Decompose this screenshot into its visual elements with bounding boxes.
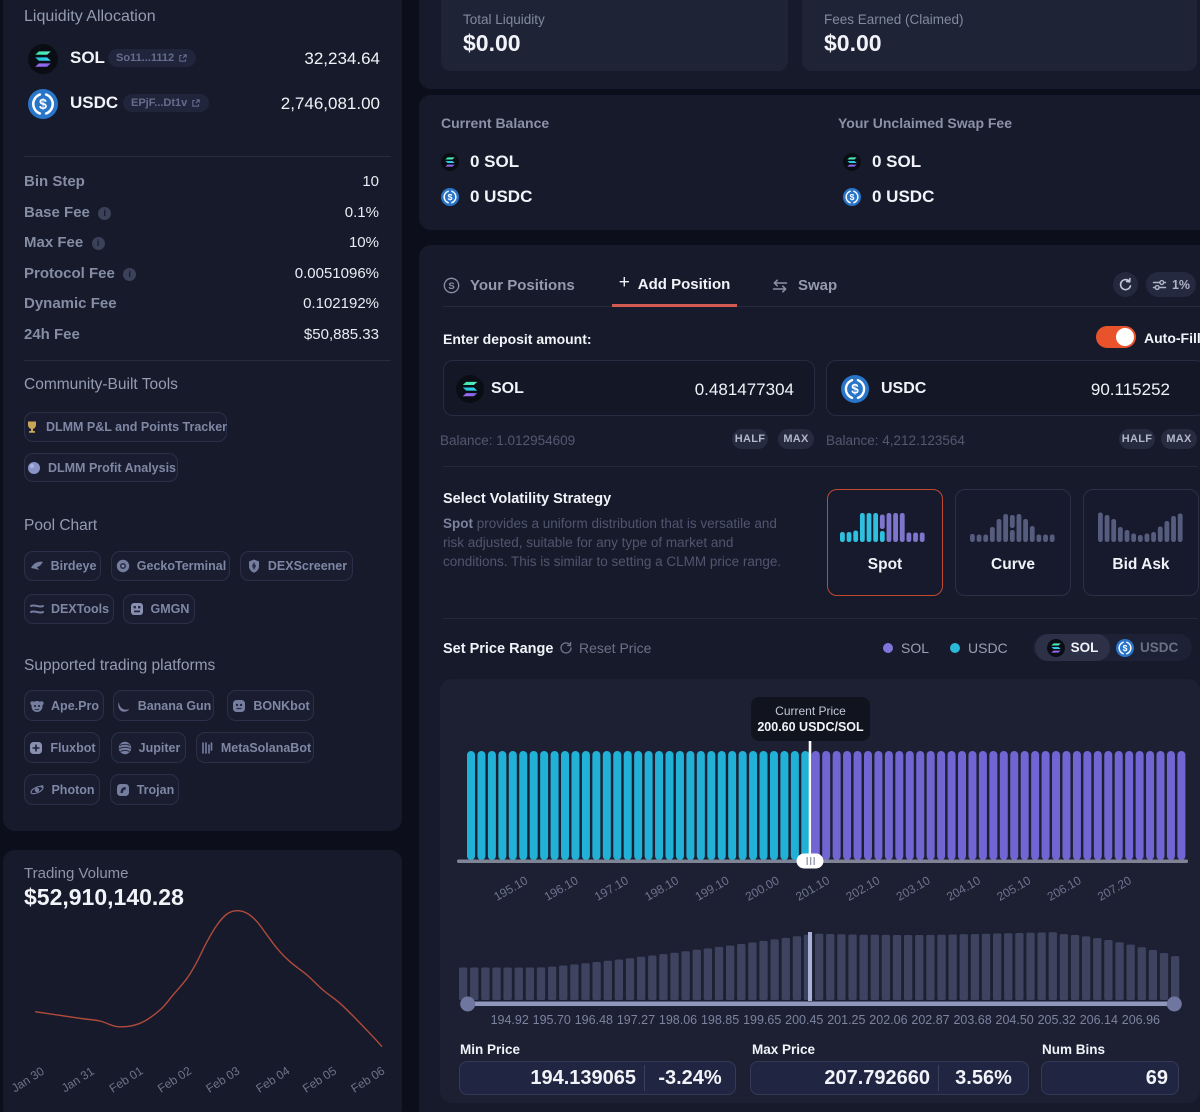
svg-text:197.10: 197.10: [592, 873, 631, 904]
svg-text:196.48: 196.48: [575, 1013, 613, 1027]
svg-text:198.10: 198.10: [642, 873, 681, 904]
svg-text:205.32: 205.32: [1038, 1013, 1076, 1027]
svg-text:Feb 04: Feb 04: [253, 1063, 292, 1095]
svg-text:202.87: 202.87: [911, 1013, 949, 1027]
svg-text:200.45: 200.45: [785, 1013, 823, 1027]
svg-text:200.00: 200.00: [743, 873, 782, 904]
svg-text:$: $: [1123, 643, 1128, 653]
svg-text:202.06: 202.06: [869, 1013, 907, 1027]
svg-text:Feb 03: Feb 03: [203, 1063, 242, 1095]
svg-text:204.50: 204.50: [996, 1013, 1034, 1027]
svg-text:194.92: 194.92: [491, 1013, 529, 1027]
svg-text:197.27: 197.27: [617, 1013, 655, 1027]
svg-text:$: $: [850, 192, 855, 202]
svg-text:S: S: [448, 281, 454, 292]
svg-text:Jan 31: Jan 31: [59, 1064, 97, 1096]
svg-text:206.14: 206.14: [1080, 1013, 1118, 1027]
svg-text:Feb 02: Feb 02: [155, 1063, 194, 1095]
svg-text:202.10: 202.10: [844, 873, 883, 904]
svg-text:201.25: 201.25: [827, 1013, 865, 1027]
svg-text:206.10: 206.10: [1045, 873, 1084, 904]
svg-text:Feb 01: Feb 01: [107, 1063, 146, 1095]
svg-text:Feb 06: Feb 06: [348, 1063, 387, 1095]
svg-text:199.10: 199.10: [693, 873, 732, 904]
svg-text:204.10: 204.10: [944, 873, 983, 904]
svg-text:Feb 05: Feb 05: [300, 1063, 339, 1095]
svg-text:$: $: [448, 192, 453, 202]
svg-text:207.20: 207.20: [1095, 873, 1134, 904]
svg-text:Jan 30: Jan 30: [9, 1064, 47, 1096]
svg-text:198.06: 198.06: [659, 1013, 697, 1027]
svg-text:$: $: [39, 97, 47, 113]
svg-text:206.96: 206.96: [1122, 1013, 1160, 1027]
svg-text:203.10: 203.10: [894, 873, 933, 904]
svg-text:199.65: 199.65: [743, 1013, 781, 1027]
svg-text:196.10: 196.10: [542, 873, 581, 904]
svg-text:203.68: 203.68: [953, 1013, 991, 1027]
svg-text:195.10: 195.10: [491, 873, 530, 904]
svg-text:201.10: 201.10: [793, 873, 832, 904]
svg-text:$: $: [851, 382, 859, 397]
svg-text:198.85: 198.85: [701, 1013, 739, 1027]
svg-text:205.10: 205.10: [994, 873, 1033, 904]
svg-text:195.70: 195.70: [533, 1013, 571, 1027]
